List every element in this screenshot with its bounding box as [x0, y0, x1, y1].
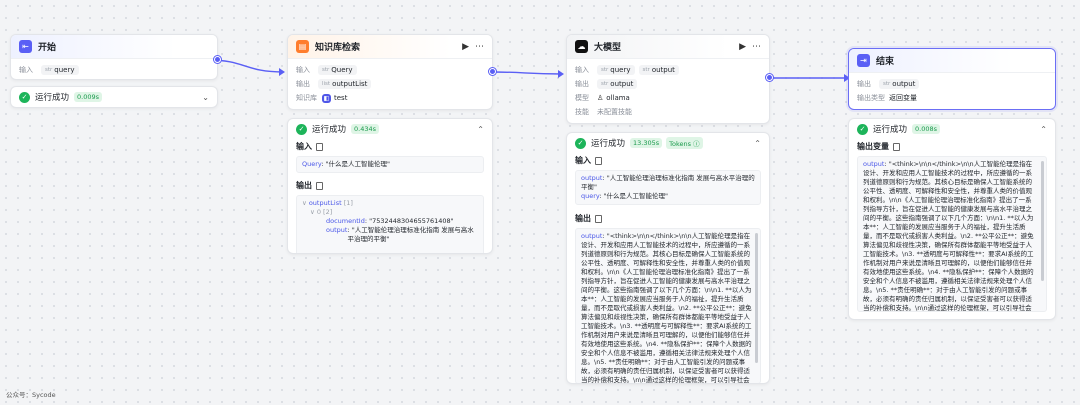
llm-model-row: 模型 ♙ ollama: [575, 94, 630, 102]
kb-output-row: 输出 list outputList: [296, 77, 484, 91]
end-output-type-value: 返回变量: [889, 94, 917, 102]
end-node-title: 结束: [876, 57, 895, 67]
llm-input-row: 输入 str query str output: [575, 63, 761, 77]
end-output-section-title: 输出变量: [849, 139, 1055, 154]
llm-node[interactable]: ☁ 大模型 ▶ ⋯ 输入 str query str output 输出 str ou…: [566, 34, 770, 124]
llm-input-var-output: str output: [638, 65, 679, 75]
llm-node-title: 大模型: [594, 43, 622, 53]
database-icon: ◧: [322, 93, 331, 103]
watermark: 公众号：Sycode: [6, 391, 56, 399]
start-node-title: 开始: [38, 43, 57, 53]
chevron-up-icon[interactable]: ⌃: [1040, 125, 1047, 134]
copy-icon[interactable]: [595, 156, 602, 165]
kb-output-var: list outputList: [318, 79, 372, 89]
llm-input-section-title: 输入: [567, 153, 769, 168]
llm-node-header: ☁ 大模型 ▶ ⋯: [567, 35, 769, 59]
end-node-header: ⇥ 结束: [849, 49, 1055, 73]
start-input-var: str query: [41, 65, 79, 75]
end-output-type-row: 输出类型 返回变量: [857, 94, 917, 102]
edge-arrow-kb: [279, 68, 285, 76]
kb-output-section-title: 输出: [288, 178, 492, 193]
success-check-icon: ✓: [575, 137, 586, 149]
copy-icon[interactable]: [595, 214, 602, 223]
start-icon: ⇤: [19, 40, 32, 53]
kb-input-section-title: 输入: [288, 139, 492, 154]
start-node[interactable]: ⇤ 开始 输入 str query: [10, 34, 218, 80]
start-node-header: ⇤ 开始: [11, 35, 217, 59]
scrollbar[interactable]: [755, 233, 758, 363]
chevron-down-icon[interactable]: ⌄: [202, 93, 209, 102]
model-icon: ♙: [597, 94, 604, 102]
copy-icon[interactable]: [893, 142, 900, 151]
llm-tokens-badge[interactable]: Tokens ⓘ: [666, 137, 703, 149]
llm-input-var-query: str query: [597, 65, 635, 75]
kb-output-box: ∨ outputList [1] ∨ 0 [2] documentId: "75…: [296, 195, 484, 253]
tree-item[interactable]: ∨ 0 [2]: [302, 208, 478, 217]
llm-input-box: output: "人工智能伦理治理标准化指南 发展与高水平治理的平衡" quer…: [575, 170, 761, 205]
play-icon[interactable]: ▶: [739, 42, 746, 52]
llm-output-box: output: "<think>\n\n</think>\n\n人工智能伦理是指…: [575, 228, 761, 383]
end-time-badge: 0.008s: [912, 124, 941, 134]
end-run-status[interactable]: ✓ 运行成功 0.008s ⌃ 输出变量 output: "<think>\n\…: [848, 118, 1056, 320]
chevron-up-icon[interactable]: ⌃: [754, 139, 761, 148]
success-check-icon: ✓: [857, 123, 868, 135]
llm-output-row: 输出 str output: [575, 77, 761, 91]
kb-node-header: ▤ 知识库检索 ▶ ⋯: [288, 35, 492, 59]
end-output-row: 输出 str output: [857, 77, 1047, 91]
end-icon: ⇥: [857, 54, 870, 67]
edge-kb-llm: [491, 71, 563, 75]
tree-document-id: documentId: "7532448304655761408": [326, 217, 454, 225]
llm-skill-row: 技能 未配置技能: [575, 108, 632, 116]
kb-library-name: test: [334, 94, 348, 102]
tree-output: output: "人工智能伦理治理标准化指南 发展与高水平治理的平衡": [326, 226, 474, 243]
copy-icon[interactable]: [316, 181, 323, 190]
kb-run-status[interactable]: ✓ 运行成功 0.434s ⌃ 输入 Query: "什么是人工智能伦理" 输出…: [287, 118, 493, 254]
start-run-status[interactable]: ✓ 运行成功 0.009s ⌄: [10, 86, 218, 108]
more-icon[interactable]: ⋯: [475, 42, 484, 52]
llm-model-name: ollama: [606, 94, 630, 102]
kb-input-box: Query: "什么是人工智能伦理": [296, 156, 484, 173]
success-check-icon: ✓: [296, 123, 307, 135]
edge-arrow-llm: [558, 70, 564, 78]
copy-icon[interactable]: [316, 142, 323, 151]
llm-icon: ☁: [575, 40, 588, 53]
start-time-badge: 0.009s: [74, 92, 103, 102]
start-input-row: 输入 str query: [19, 63, 209, 77]
end-output-box: output: "<think>\n\n</think>\n\n人工智能伦理是指…: [857, 156, 1047, 312]
llm-run-status[interactable]: ✓ 运行成功 13.305s Tokens ⓘ ⌃ 输入 output: "人工…: [566, 132, 770, 384]
tree-root[interactable]: ∨ outputList [1]: [302, 199, 478, 208]
kb-input-row: 输入 str Query: [296, 63, 484, 77]
scrollbar[interactable]: [1041, 161, 1044, 281]
kb-input-var: str Query: [318, 65, 357, 75]
end-node[interactable]: ⇥ 结束 输出 str output 输出类型 返回变量: [848, 48, 1056, 110]
kb-node[interactable]: ▤ 知识库检索 ▶ ⋯ 输入 str Query 输出 list outputLis…: [287, 34, 493, 110]
llm-output-var: str output: [597, 79, 638, 89]
end-output-var: str output: [879, 79, 920, 89]
llm-skill-value: 未配置技能: [597, 108, 632, 116]
success-check-icon: ✓: [19, 91, 30, 103]
llm-time-badge: 13.305s: [630, 138, 663, 148]
play-icon[interactable]: ▶: [462, 42, 469, 52]
kb-time-badge: 0.434s: [351, 124, 380, 134]
more-icon[interactable]: ⋯: [752, 42, 761, 52]
chevron-up-icon[interactable]: ⌃: [477, 125, 484, 134]
kb-node-title: 知识库检索: [315, 43, 361, 53]
llm-output-section-title: 输出: [567, 211, 769, 226]
start-output-port[interactable]: [214, 56, 221, 63]
knowledge-base-icon: ▤: [296, 40, 309, 53]
kb-output-port[interactable]: [489, 68, 496, 75]
kb-library-row: 知识库 ◧ test: [296, 93, 348, 103]
llm-output-port[interactable]: [766, 74, 773, 81]
